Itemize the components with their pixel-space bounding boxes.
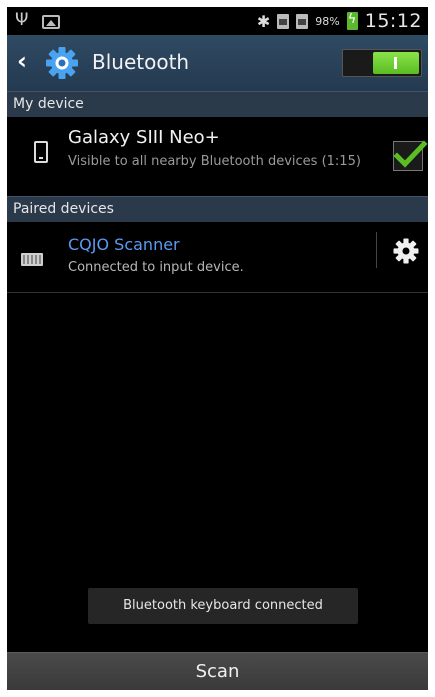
device-name: Galaxy SIII Neo+ (68, 127, 220, 148)
bluetooth-toggle[interactable] (342, 49, 422, 77)
battery-percent: 98% (315, 14, 340, 28)
page-title: Bluetooth (92, 50, 190, 74)
paired-device-row[interactable]: CQJO Scanner Connected to input device. (7, 222, 428, 292)
section-header-paired-devices: Paired devices (7, 196, 428, 222)
scan-label: Scan (195, 661, 240, 682)
section-header-my-device: My device (7, 91, 428, 117)
paired-device-status: Connected to input device. (68, 260, 244, 275)
status-right-icons: ✱ 98% 15:12 (257, 7, 422, 35)
paired-device-name: CQJO Scanner (68, 235, 180, 254)
usb-icon: Ψ (15, 10, 29, 30)
toggle-knob (373, 52, 419, 74)
sim1-icon (277, 13, 290, 29)
chevron-left-icon[interactable]: ‹ (17, 49, 29, 73)
status-bar: Ψ ✱ 98% 15:12 (7, 7, 428, 35)
toast-message: Bluetooth keyboard connected (88, 588, 358, 624)
screen: Ψ ✱ 98% 15:12 ‹ (7, 7, 428, 690)
list-divider (7, 292, 428, 293)
divider (376, 232, 377, 268)
my-device-row[interactable]: Galaxy SIII Neo+ Visible to all nearby B… (7, 117, 428, 195)
status-left-icons: Ψ (15, 10, 61, 30)
device-visibility-text: Visible to all nearby Bluetooth devices … (68, 154, 361, 169)
battery-charging-icon (346, 12, 358, 30)
action-bar: ‹ Bluetooth (7, 35, 428, 91)
gear-icon[interactable] (45, 46, 79, 80)
phone-icon (34, 141, 48, 163)
bluetooth-icon: ✱ (256, 11, 271, 31)
sim2-icon (296, 13, 309, 29)
clock: 15:12 (364, 10, 422, 32)
checkmark-icon (393, 140, 428, 168)
gear-icon[interactable] (393, 238, 419, 264)
visibility-checkbox[interactable] (393, 140, 428, 171)
keyboard-icon (21, 253, 43, 266)
scan-button[interactable]: Scan (7, 652, 428, 690)
gallery-icon (42, 14, 61, 29)
